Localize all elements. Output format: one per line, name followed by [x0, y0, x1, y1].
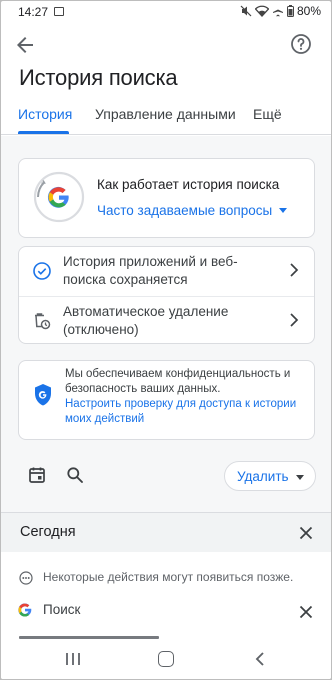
check-circle-icon [33, 262, 51, 280]
active-tab-indicator [18, 131, 69, 134]
auto-delete-label: Автоматическое удаление (отключено) [63, 304, 229, 337]
faq-link-label[interactable]: Часто задаваемые вопросы [97, 203, 272, 218]
home-icon[interactable] [158, 651, 174, 667]
delayed-activity-notice: Некоторые действия могут появиться позже… [1, 567, 331, 589]
screen: 14:27 80% История поиска История Управле… [1, 1, 331, 679]
auto-delete-row[interactable]: Автоматическое удаление (отключено) [19, 297, 314, 345]
system-nav-bar [1, 639, 331, 679]
web-app-activity-label: История приложений и веб-поиска сохраняе… [63, 254, 238, 287]
web-app-activity-row[interactable]: История приложений и веб-поиска сохраняе… [19, 247, 314, 295]
section-date-label: Сегодня [20, 524, 76, 540]
recents-icon[interactable] [63, 652, 83, 666]
history-item-label: Поиск [43, 602, 81, 617]
faq-link[interactable]: Часто задаваемые вопросы [97, 203, 288, 218]
tab-history[interactable]: История [18, 106, 72, 122]
privacy-checkup-link[interactable]: Настроить проверку для доступа к истории… [65, 397, 304, 427]
image-notification-icon [54, 7, 64, 16]
privacy-text-block: Мы обеспечиваем конфиденциальность и без… [65, 367, 304, 427]
history-item[interactable]: Поиск [1, 599, 331, 625]
tab-bar: История Управление данными Ещё [1, 97, 331, 135]
wifi-icon [254, 5, 269, 17]
how-it-works-title: Как работает история поиска [97, 177, 280, 192]
nav-back-icon[interactable] [253, 651, 267, 667]
delete-button-label: Удалить [237, 469, 289, 484]
calendar-icon[interactable] [27, 465, 47, 485]
activity-settings-card: История приложений и веб-поиска сохраняе… [18, 246, 315, 344]
mute-icon [240, 5, 252, 17]
how-it-works-card: Как работает история поиска Часто задава… [18, 158, 315, 238]
close-icon[interactable] [297, 603, 315, 621]
delete-button[interactable]: Удалить [224, 461, 316, 491]
battery-percent: 80% [296, 4, 321, 18]
page-title: История поиска [19, 65, 178, 90]
tab-data-management[interactable]: Управление данными [95, 106, 236, 122]
chevron-right-icon [290, 263, 299, 277]
shield-google-icon [35, 384, 51, 406]
status-icons: 80% [240, 4, 321, 18]
more-dots-icon [19, 571, 33, 585]
caret-down-icon [279, 208, 288, 213]
google-history-icon [33, 171, 85, 223]
delayed-activity-text: Некоторые действия могут появиться позже… [43, 570, 294, 584]
airplane-icon [272, 5, 283, 17]
back-arrow-icon[interactable] [13, 33, 37, 57]
status-time: 14:27 [18, 5, 49, 19]
dropdown-arrow-icon [296, 475, 304, 480]
search-icon[interactable] [65, 465, 85, 485]
privacy-card: Мы обеспечиваем конфиденциальность и без… [18, 360, 315, 440]
google-icon [18, 603, 32, 617]
help-icon[interactable] [289, 32, 313, 56]
status-bar: 14:27 80% [1, 1, 331, 23]
today-section-header: Сегодня [1, 512, 331, 552]
tab-more[interactable]: Ещё [253, 106, 282, 122]
close-icon[interactable] [297, 524, 315, 542]
auto-delete-icon [35, 313, 51, 330]
chevron-right-icon [290, 313, 299, 327]
battery-icon [286, 5, 294, 17]
privacy-description: Мы обеспечиваем конфиденциальность и без… [65, 368, 291, 395]
